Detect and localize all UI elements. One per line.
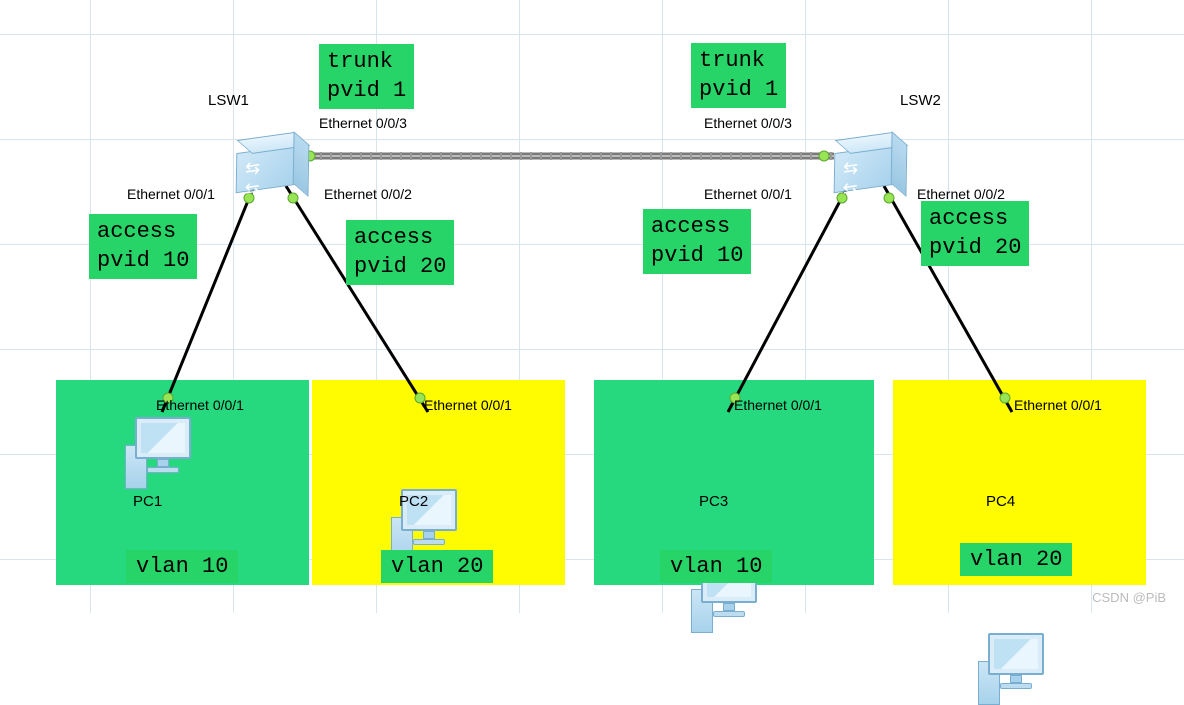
pc-label: PC1 xyxy=(133,493,162,510)
port-mode-tag: access pvid 20 xyxy=(921,201,1029,266)
port-label: Ethernet 0/0/1 xyxy=(734,397,822,413)
port-label: Ethernet 0/0/1 xyxy=(704,186,792,202)
pc-label: PC2 xyxy=(399,493,428,510)
port-label: Ethernet 0/0/2 xyxy=(917,186,1005,202)
port-label: Ethernet 0/0/1 xyxy=(424,397,512,413)
port-mode-tag: access pvid 10 xyxy=(89,214,197,279)
port-label: Ethernet 0/0/2 xyxy=(324,186,412,202)
pc-icon xyxy=(980,633,1052,705)
pc-label: PC4 xyxy=(986,493,1015,510)
switch-icon: ⇆⇆ xyxy=(236,149,296,189)
port-mode-tag: trunk pvid 1 xyxy=(691,43,786,108)
port-label: Ethernet 0/0/1 xyxy=(1014,397,1102,413)
watermark: CSDN @PiB xyxy=(1092,590,1166,605)
port-mode-tag: access pvid 20 xyxy=(346,220,454,285)
switch-icon: ⇆⇆ xyxy=(834,149,894,189)
switch-label: LSW2 xyxy=(900,92,941,109)
port-label: Ethernet 0/0/1 xyxy=(156,397,244,413)
pc-label: PC3 xyxy=(699,493,728,510)
vlan-label: vlan 20 xyxy=(381,550,493,583)
switch-label: LSW1 xyxy=(208,92,249,109)
port-mode-tag: trunk pvid 1 xyxy=(319,44,414,109)
port-label: Ethernet 0/0/3 xyxy=(704,115,792,131)
port-label: Ethernet 0/0/3 xyxy=(319,115,407,131)
pc-icon xyxy=(127,417,199,489)
vlan-label: vlan 20 xyxy=(960,543,1072,576)
vlan-label: vlan 10 xyxy=(660,550,772,583)
port-label: Ethernet 0/0/1 xyxy=(127,186,215,202)
vlan-label: vlan 10 xyxy=(126,550,238,583)
port-mode-tag: access pvid 10 xyxy=(643,209,751,274)
